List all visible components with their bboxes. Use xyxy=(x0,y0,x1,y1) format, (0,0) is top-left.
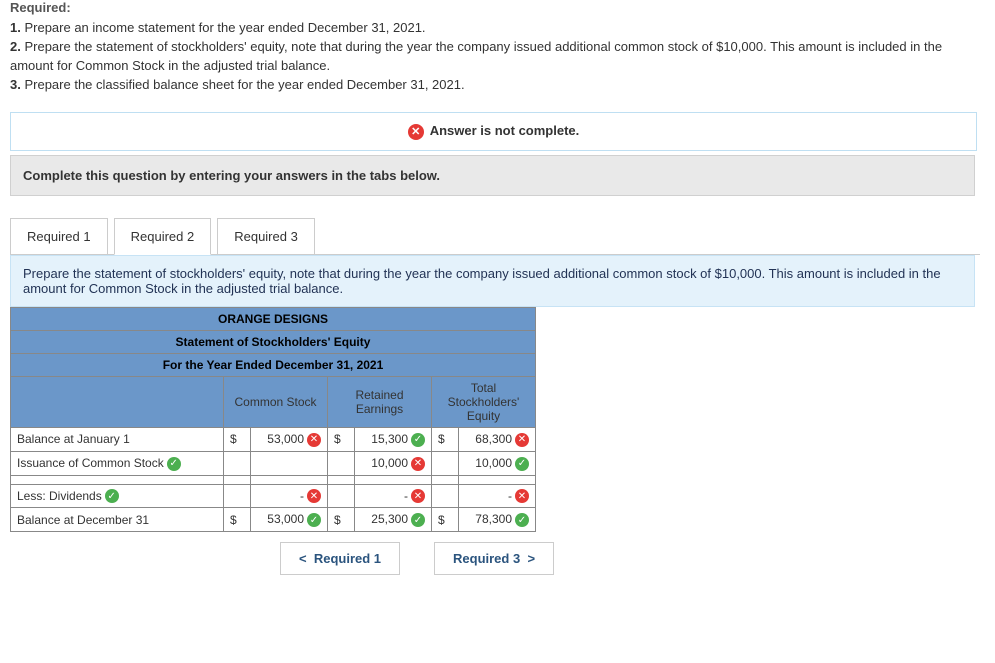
currency-cell xyxy=(432,475,459,484)
value-cell[interactable]: 25,300✓ xyxy=(355,508,432,532)
required-header: Required: xyxy=(10,0,985,15)
value-cell[interactable]: -✕ xyxy=(459,484,536,508)
currency-cell: $ xyxy=(432,427,459,451)
cross-icon: ✕ xyxy=(411,457,425,471)
instr-num: 1. xyxy=(10,20,21,35)
tab-required-2[interactable]: Required 2 xyxy=(114,218,212,255)
tab-instruction-bar: Complete this question by entering your … xyxy=(10,155,975,196)
currency-cell xyxy=(328,475,355,484)
chevron-right-icon: > xyxy=(527,551,535,566)
value-cell[interactable]: 53,000✕ xyxy=(251,427,328,451)
value-cell[interactable] xyxy=(459,475,536,484)
value-cell[interactable]: -✕ xyxy=(251,484,328,508)
currency-cell: $ xyxy=(432,508,459,532)
currency-cell: $ xyxy=(328,508,355,532)
currency-cell xyxy=(432,451,459,475)
currency-cell xyxy=(328,451,355,475)
value-cell[interactable] xyxy=(251,451,328,475)
value-cell[interactable]: 10,000✕ xyxy=(355,451,432,475)
prev-button[interactable]: < Required 1 xyxy=(280,542,400,575)
cross-icon: ✕ xyxy=(307,489,321,503)
banner-text: Answer is not complete. xyxy=(430,123,580,138)
currency-cell: $ xyxy=(224,508,251,532)
row-label[interactable]: Balance at December 31 xyxy=(11,508,224,532)
cross-icon: ✕ xyxy=(411,489,425,503)
value-cell[interactable] xyxy=(355,475,432,484)
stockholders-equity-table: ORANGE DESIGNS Statement of Stockholders… xyxy=(10,307,536,532)
next-button[interactable]: Required 3 > xyxy=(434,542,554,575)
instr-num: 2. xyxy=(10,39,21,54)
table-title-period: For the Year Ended December 31, 2021 xyxy=(11,353,536,376)
value-cell[interactable] xyxy=(251,475,328,484)
cross-icon: ✕ xyxy=(515,489,529,503)
value-cell[interactable]: 53,000✓ xyxy=(251,508,328,532)
check-icon: ✓ xyxy=(105,489,119,503)
table-title-statement: Statement of Stockholders' Equity xyxy=(11,330,536,353)
next-label: Required 3 xyxy=(453,551,520,566)
currency-cell xyxy=(328,484,355,508)
row-label[interactable]: Issuance of Common Stock✓ xyxy=(11,451,224,475)
error-icon: ✕ xyxy=(408,124,424,140)
currency-cell: $ xyxy=(224,427,251,451)
check-icon: ✓ xyxy=(411,433,425,447)
completion-banner: ✕ Answer is not complete. xyxy=(10,112,977,151)
check-icon: ✓ xyxy=(515,457,529,471)
currency-cell xyxy=(432,484,459,508)
value-cell[interactable]: 15,300✓ xyxy=(355,427,432,451)
col-label xyxy=(11,376,224,427)
currency-cell xyxy=(224,484,251,508)
row-label[interactable] xyxy=(11,475,224,484)
value-cell[interactable]: 10,000✓ xyxy=(459,451,536,475)
cross-icon: ✕ xyxy=(515,433,529,447)
check-icon: ✓ xyxy=(307,513,321,527)
row-label[interactable]: Less: Dividends✓ xyxy=(11,484,224,508)
col-common-stock: Common Stock xyxy=(224,376,328,427)
instr-text: Prepare an income statement for the year… xyxy=(24,20,425,35)
value-cell[interactable]: -✕ xyxy=(355,484,432,508)
instr-text: Prepare the statement of stockholders' e… xyxy=(10,39,942,73)
instructions: 1. Prepare an income statement for the y… xyxy=(10,19,985,94)
check-icon: ✓ xyxy=(167,457,181,471)
col-total-equity: Total Stockholders' Equity xyxy=(432,376,536,427)
instr-num: 3. xyxy=(10,77,21,92)
check-icon: ✓ xyxy=(411,513,425,527)
chevron-left-icon: < xyxy=(299,551,307,566)
tab-required-1[interactable]: Required 1 xyxy=(10,218,108,255)
currency-cell xyxy=(224,475,251,484)
check-icon: ✓ xyxy=(515,513,529,527)
tabs: Required 1 Required 2 Required 3 xyxy=(10,218,980,255)
table-title-company: ORANGE DESIGNS xyxy=(11,307,536,330)
cross-icon: ✕ xyxy=(307,433,321,447)
row-label[interactable]: Balance at January 1 xyxy=(11,427,224,451)
value-cell[interactable]: 78,300✓ xyxy=(459,508,536,532)
tab-hint: Prepare the statement of stockholders' e… xyxy=(10,255,975,307)
currency-cell xyxy=(224,451,251,475)
instr-text: Prepare the classified balance sheet for… xyxy=(24,77,464,92)
prev-label: Required 1 xyxy=(314,551,381,566)
currency-cell: $ xyxy=(328,427,355,451)
col-retained-earnings: Retained Earnings xyxy=(328,376,432,427)
nav-buttons: < Required 1 Required 3 > xyxy=(280,542,985,575)
tab-required-3[interactable]: Required 3 xyxy=(217,218,315,255)
value-cell[interactable]: 68,300✕ xyxy=(459,427,536,451)
